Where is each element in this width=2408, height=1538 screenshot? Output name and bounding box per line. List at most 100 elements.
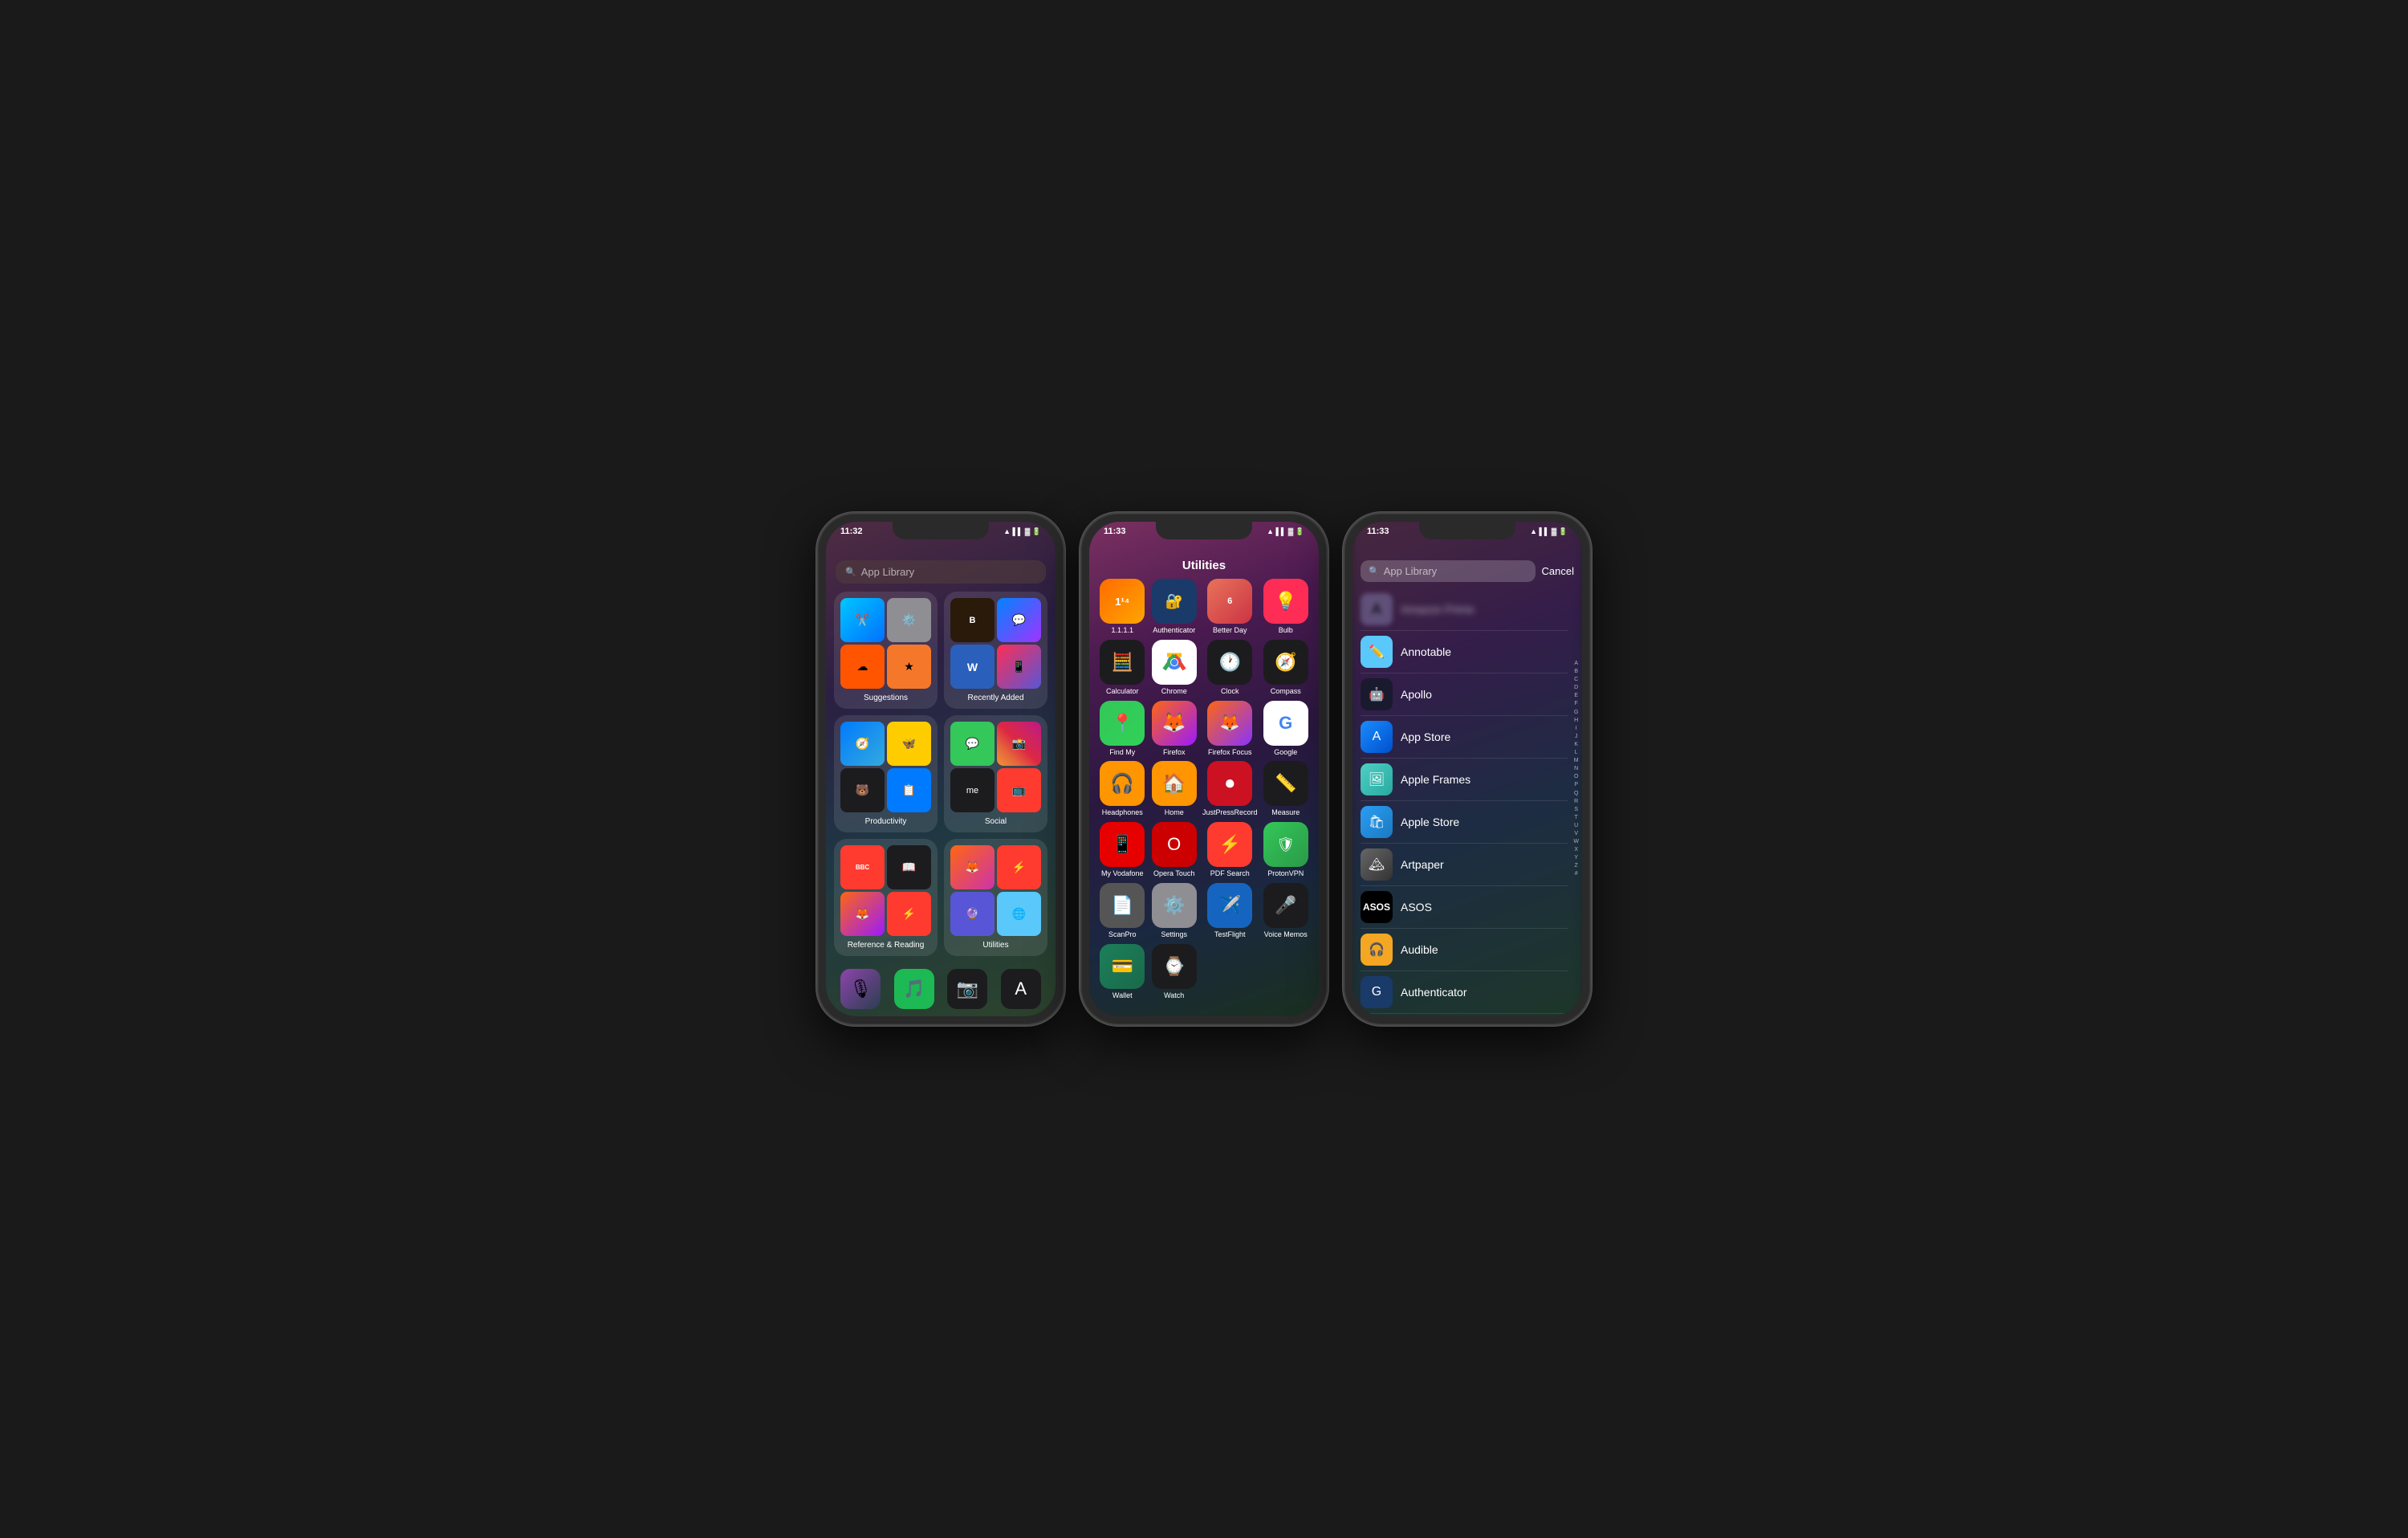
app-item-watch[interactable]: ⌚ Watch — [1150, 944, 1197, 1000]
app-label-vodafone: My Vodafone — [1101, 869, 1144, 878]
app-item-clock[interactable]: 🕐 Clock — [1202, 640, 1258, 696]
app-item-compass[interactable]: 🧭 Compass — [1263, 640, 1309, 696]
app-item-opera[interactable]: O Opera Touch — [1150, 822, 1197, 878]
app-item-1111[interactable]: 1¹⁴ 1.1.1.1 — [1099, 579, 1145, 635]
app-item-auth[interactable]: 🔐 Authenticator — [1150, 579, 1197, 635]
folder-productivity[interactable]: 🧭 🦋 🐻 📋 Productivity — [834, 715, 938, 832]
alpha-D[interactable]: D — [1573, 685, 1579, 692]
list-item-amazon[interactable]: A Amazon Prime — [1361, 588, 1568, 631]
alpha-Q[interactable]: Q — [1573, 790, 1579, 797]
list-item-appstore[interactable]: A App Store — [1361, 716, 1568, 759]
alpha-F[interactable]: F — [1573, 701, 1579, 708]
app-label-voicememo: Voice Memos — [1264, 930, 1308, 939]
status-icons-3: ▲ ▌▌ ▓ 🔋 — [1530, 527, 1568, 536]
app-item-home[interactable]: 🏠 Home — [1150, 761, 1197, 817]
alpha-E[interactable]: E — [1573, 693, 1579, 700]
app-label-compass: Compass — [1271, 687, 1301, 696]
search-bar-3-input[interactable]: 🔍 App Library — [1361, 560, 1536, 582]
app-item-findmy[interactable]: 📍 Find My — [1099, 701, 1145, 757]
app-item-wallet[interactable]: 💳 Wallet — [1099, 944, 1145, 1000]
app-bearman: B — [950, 598, 995, 642]
alpha-J[interactable]: J — [1573, 733, 1579, 740]
alpha-N[interactable]: N — [1573, 765, 1579, 772]
utilities-title: Utilities — [1089, 538, 1319, 579]
time-2: 11:33 — [1104, 527, 1126, 536]
bottom-apps-1: 🎙 🎵 📷 A — [826, 962, 1056, 1009]
app-podcasts[interactable]: 🎙 — [840, 969, 881, 1009]
alpha-A[interactable]: A — [1573, 660, 1579, 667]
app-item-testflight[interactable]: ✈️ TestFlight — [1202, 883, 1258, 939]
alphabet-index[interactable]: A B C D E F G H I J K L M N O P Q R S T — [1573, 660, 1579, 878]
app-item-headphones[interactable]: 🎧 Headphones — [1099, 761, 1145, 817]
list-item-authenticator[interactable]: G Authenticator — [1361, 971, 1568, 1014]
app-item-firefox[interactable]: 🦊 Firefox — [1150, 701, 1197, 757]
alpha-T[interactable]: T — [1573, 814, 1579, 821]
alpha-W[interactable]: W — [1573, 838, 1579, 845]
alpha-X[interactable]: X — [1573, 846, 1579, 853]
app-settings: ⚙️ — [887, 598, 931, 642]
app-item-betterday[interactable]: 6 Better Day — [1202, 579, 1258, 635]
alpha-S[interactable]: S — [1573, 806, 1579, 813]
app-item-vodafone[interactable]: 📱 My Vodafone — [1099, 822, 1145, 878]
phone-1-screen: 11:32 ▲ ▌▌ ▓ 🔋 🔍 App Library ✂️ ⚙️ ☁ ★ S… — [826, 522, 1056, 1016]
search-bar-1[interactable]: 🔍 App Library — [836, 560, 1046, 584]
alpha-C[interactable]: C — [1573, 676, 1579, 683]
list-icon-authenticator: G — [1361, 976, 1393, 1008]
app-item-google[interactable]: G Google — [1263, 701, 1309, 757]
app-item-bulb[interactable]: 💡 Bulb — [1263, 579, 1309, 635]
app-item-firefoxfocus[interactable]: 🦊 Firefox Focus — [1202, 701, 1258, 757]
app-item-measure[interactable]: 📏 Measure — [1263, 761, 1309, 817]
alpha-M[interactable]: M — [1573, 757, 1579, 764]
app-icon-settings2: ⚙️ — [1152, 883, 1197, 928]
alpha-K[interactable]: K — [1573, 741, 1579, 748]
alpha-H[interactable]: H — [1573, 717, 1579, 724]
app-item-proton[interactable]: 🛡 ProtonVPN — [1263, 822, 1309, 878]
app-item-justpress[interactable]: ⏺ JustPressRecord — [1202, 761, 1258, 817]
alpha-G[interactable]: G — [1573, 709, 1579, 716]
folder-utilities[interactable]: 🦊 ⚡ 🔮 🌐 Utilities — [944, 839, 1047, 956]
app-camera[interactable]: 📷 — [947, 969, 987, 1009]
app-item-settings2[interactable]: ⚙️ Settings — [1150, 883, 1197, 939]
app-item-scan[interactable]: 📄 ScanPro — [1099, 883, 1145, 939]
alpha-V[interactable]: V — [1573, 830, 1579, 837]
folder-recently-added[interactable]: B 💬 W 📱 Recently Added — [944, 592, 1047, 709]
app-misc: 📱 — [997, 645, 1041, 689]
list-item-asos[interactable]: ASOS ASOS — [1361, 886, 1568, 929]
app-item-voicememo[interactable]: 🎤 Voice Memos — [1263, 883, 1309, 939]
alpha-P[interactable]: P — [1573, 782, 1579, 789]
alpha-I[interactable]: I — [1573, 725, 1579, 732]
app-label-proton: ProtonVPN — [1267, 869, 1304, 878]
folder-suggestions[interactable]: ✂️ ⚙️ ☁ ★ Suggestions — [834, 592, 938, 709]
folder-label-util: Utilities — [982, 941, 1008, 950]
list-item-applestore[interactable]: 🛍 Apple Store — [1361, 801, 1568, 844]
list-item-audible[interactable]: 🎧 Audible — [1361, 929, 1568, 971]
app-messages: 💬 — [950, 722, 995, 766]
folder-reference[interactable]: BBC 📖 🦊 ⚡ Reference & Reading — [834, 839, 938, 956]
app-item-pdf[interactable]: ⚡ PDF Search — [1202, 822, 1258, 878]
alpha-L[interactable]: L — [1573, 749, 1579, 756]
list-item-appleframes[interactable]: 🖼 Apple Frames — [1361, 759, 1568, 801]
app-butterfly: 🦋 — [887, 722, 931, 766]
alpha-B[interactable]: B — [1573, 668, 1579, 675]
app-appstore-a[interactable]: A — [1001, 969, 1041, 1009]
app-label-auth: Authenticator — [1153, 626, 1195, 635]
list-item-artpaper[interactable]: 🏔 Artpaper — [1361, 844, 1568, 886]
list-icon-apollo: 🤖 — [1361, 678, 1393, 710]
list-item-apollo[interactable]: 🤖 Apollo — [1361, 673, 1568, 716]
alpha-Z[interactable]: Z — [1573, 863, 1579, 870]
alpha-Y[interactable]: Y — [1573, 854, 1579, 861]
app-label-findmy: Find My — [1109, 748, 1135, 757]
app-spotify[interactable]: 🎵 — [894, 969, 934, 1009]
alpha-O[interactable]: O — [1573, 774, 1579, 781]
list-name-appleframes: Apple Frames — [1401, 773, 1470, 786]
alpha-R[interactable]: R — [1573, 798, 1579, 805]
folder-social[interactable]: 💬 📸 me 📺 Social — [944, 715, 1047, 832]
notch-3 — [1419, 522, 1515, 539]
app-item-chrome[interactable]: Chrome — [1150, 640, 1197, 696]
app-icon-google: G — [1263, 701, 1308, 746]
app-item-calc[interactable]: 🧮 Calculator — [1099, 640, 1145, 696]
cancel-button-3[interactable]: Cancel — [1542, 565, 1574, 577]
list-item-annotable[interactable]: ✏️ Annotable — [1361, 631, 1568, 673]
alpha-U[interactable]: U — [1573, 822, 1579, 829]
alpha-hash[interactable]: # — [1573, 871, 1579, 878]
